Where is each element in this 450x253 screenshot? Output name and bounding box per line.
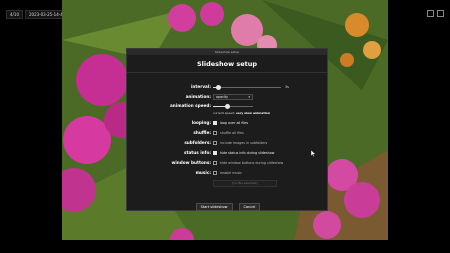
bottom-bar — [0, 240, 450, 253]
dialog-titlebar: Slideshow setup — [127, 49, 327, 55]
window-buttons-row: window buttons: hide window buttons duri… — [127, 159, 329, 167]
shuffle-row: shuffle: shuffle all files — [127, 129, 329, 137]
checkbox-checked[interactable] — [213, 121, 217, 125]
animation-speed-label: animation speed: — [169, 103, 211, 108]
shuffle-checkbox[interactable]: shuffle all files — [213, 129, 244, 137]
interval-slider[interactable] — [213, 83, 281, 91]
checkbox-unchecked[interactable] — [213, 131, 217, 135]
animation-speed-slider[interactable] — [213, 102, 253, 110]
mouse-cursor-icon — [311, 150, 316, 157]
checkbox-unchecked[interactable] — [213, 141, 217, 145]
interval-slider-thumb[interactable] — [216, 84, 221, 90]
slideshow-setup-dialog: Slideshow setup Slideshow setup interval… — [126, 48, 328, 211]
shuffle-label: shuffle: — [193, 130, 211, 135]
music-checkbox[interactable]: enable music — [213, 169, 242, 177]
status-info-row: status info: hide status info during sli… — [127, 149, 329, 157]
checkbox-unchecked[interactable] — [213, 161, 217, 165]
interval-unit: 3s — [285, 85, 289, 89]
animation-speed-thumb[interactable] — [225, 103, 230, 109]
checkbox-checked[interactable] — [213, 151, 217, 155]
animation-label: animation: — [185, 94, 211, 99]
status-info-checkbox[interactable]: hide status info during slideshow — [213, 149, 274, 157]
music-label: music: — [195, 170, 211, 175]
animation-speed-row: animation speed: — [127, 102, 329, 110]
dialog-title: Slideshow setup — [196, 60, 258, 68]
dialog-buttons: Start slideshow Cancel — [127, 203, 329, 211]
looping-checkbox[interactable]: loop over all files — [213, 119, 248, 127]
current-speed-note: current speed: very slow animation — [213, 111, 270, 115]
music-file-field[interactable]: [no file selected] — [213, 180, 277, 187]
checkbox-unchecked[interactable] — [213, 171, 217, 175]
looping-label: looping: — [191, 120, 211, 125]
subfolders-checkbox[interactable]: include images in subfolders — [213, 139, 267, 147]
animation-row: animation: opacity ▾ — [127, 93, 329, 101]
window-buttons-checkbox[interactable]: hide window buttons during slideshow — [213, 159, 283, 167]
interval-row: interval: 3s — [127, 83, 329, 91]
current-speed-value: very slow animation — [235, 111, 270, 115]
subfolders-row: subfolders: include images in subfolders — [127, 139, 329, 147]
divider — [127, 72, 327, 73]
music-row: music: enable music — [127, 169, 329, 177]
image-index: 4/10 — [6, 10, 23, 19]
start-slideshow-button[interactable]: Start slideshow — [195, 203, 233, 211]
animation-value: opacity — [216, 95, 229, 99]
status-info-label: status info: — [183, 150, 211, 155]
interval-label: interval: — [191, 84, 211, 89]
subfolders-label: subfolders: — [184, 140, 211, 145]
window-button-2[interactable] — [437, 10, 444, 17]
window-button-1[interactable] — [427, 10, 434, 17]
chevron-down-icon: ▾ — [248, 95, 250, 99]
window-buttons-label: window buttons: — [171, 160, 212, 165]
looping-row: looping: loop over all files — [127, 119, 329, 127]
cancel-button[interactable]: Cancel — [238, 203, 261, 211]
animation-select[interactable]: opacity ▾ — [213, 94, 253, 100]
